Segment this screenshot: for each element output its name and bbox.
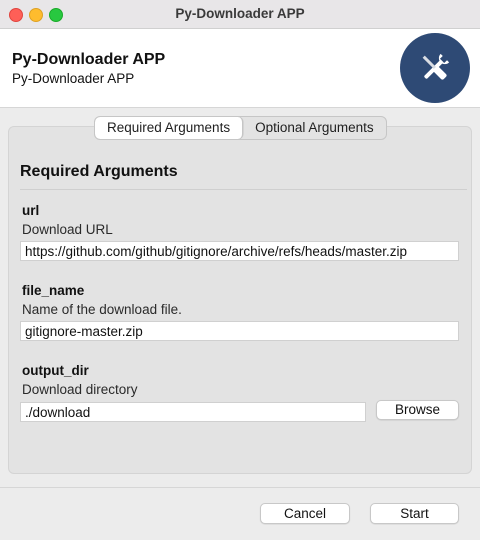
app-logo	[400, 33, 470, 103]
app-title: Py-Downloader APP	[12, 51, 166, 68]
url-description: Download URL	[22, 222, 113, 237]
tab-optional-arguments[interactable]: Optional Arguments	[243, 117, 386, 139]
app-window: Py-Downloader APP Py-Downloader APP Py-D…	[0, 0, 480, 540]
footer-divider	[0, 487, 480, 488]
tab-required-arguments[interactable]: Required Arguments	[95, 117, 244, 139]
file-name-description: Name of the download file.	[22, 302, 182, 317]
output-dir-description: Download directory	[22, 382, 138, 397]
url-label: url	[22, 203, 40, 218]
url-input[interactable]	[20, 241, 459, 261]
tab-bar: Required Arguments Optional Arguments	[94, 116, 387, 140]
output-dir-label: output_dir	[22, 363, 89, 378]
section-title: Required Arguments	[20, 163, 178, 180]
file-name-input[interactable]	[20, 321, 459, 341]
title-bar: Py-Downloader APP	[0, 0, 480, 29]
section-divider	[20, 189, 467, 190]
cancel-button[interactable]: Cancel	[260, 503, 350, 524]
app-header: Py-Downloader APP Py-Downloader APP	[0, 29, 480, 108]
browse-button[interactable]: Browse	[376, 400, 459, 420]
app-subtitle: Py-Downloader APP	[12, 71, 135, 86]
window-title: Py-Downloader APP	[175, 6, 305, 21]
start-button[interactable]: Start	[370, 503, 459, 524]
output-dir-input[interactable]	[20, 402, 366, 422]
file-name-label: file_name	[22, 283, 85, 298]
tools-icon	[422, 53, 450, 80]
